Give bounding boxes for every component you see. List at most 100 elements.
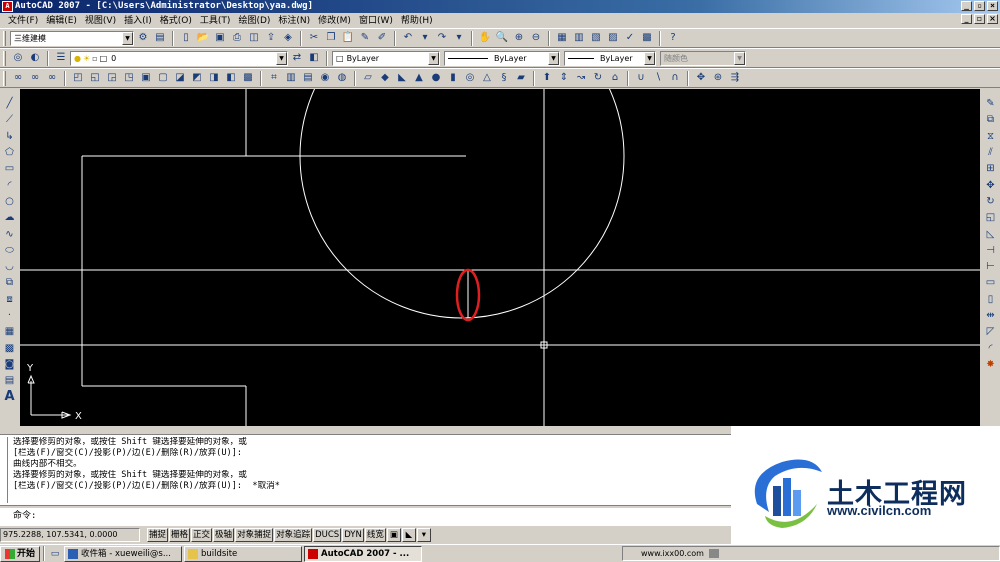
stretch-icon[interactable]: ◺ xyxy=(983,226,999,242)
planar-surface-icon[interactable]: ▰ xyxy=(513,70,529,86)
properties-icon[interactable]: ▦ xyxy=(554,30,570,46)
close-button[interactable]: × xyxy=(987,1,998,11)
toolbar-grip[interactable] xyxy=(3,70,6,86)
ortho-toggle[interactable]: 正交 xyxy=(191,528,213,542)
sw-iso-view-icon[interactable]: ◪ xyxy=(172,70,188,86)
sphere-icon[interactable]: ● xyxy=(428,70,444,86)
table-icon[interactable]: ▤ xyxy=(2,373,18,389)
torus-icon[interactable]: ◎ xyxy=(462,70,478,86)
workspace-settings-icon[interactable]: ⚙ xyxy=(135,30,151,46)
intersect-icon[interactable]: ∩ xyxy=(667,70,683,86)
spline-icon[interactable]: ∿ xyxy=(2,226,18,242)
doc-minimize-button[interactable]: _ xyxy=(961,14,972,24)
make-block-icon[interactable]: ⧈ xyxy=(2,292,18,308)
drawing-canvas[interactable]: Y X xyxy=(20,89,980,426)
3d-dwf-icon[interactable]: ◈ xyxy=(280,30,296,46)
match-properties-icon[interactable]: ✎ xyxy=(357,30,373,46)
undo-icon[interactable]: ↶ xyxy=(400,30,416,46)
mirror-icon[interactable]: ⧖ xyxy=(983,129,999,145)
help-icon[interactable]: ? xyxy=(665,30,681,46)
fillet-icon[interactable]: ◜ xyxy=(983,340,999,356)
presspull-icon[interactable]: ⇕ xyxy=(556,70,572,86)
network-icon[interactable] xyxy=(709,549,719,558)
polygon-icon[interactable]: ⬠ xyxy=(2,145,18,161)
layer-manager-icon[interactable]: ☰ xyxy=(53,50,69,66)
make-object-layer-current-icon[interactable]: ⇄ xyxy=(289,50,305,66)
cone-icon[interactable]: ▲ xyxy=(411,70,427,86)
construction-line-icon[interactable]: ⟋ xyxy=(2,112,18,128)
se-iso-view-icon[interactable]: ◩ xyxy=(189,70,205,86)
color-control-select[interactable]: □ ByLayer ▼ xyxy=(332,50,440,66)
linetype-control-select[interactable]: ByLayer ▼ xyxy=(444,50,560,66)
top-view-icon[interactable]: ◰ xyxy=(70,70,86,86)
pyramid-icon[interactable]: △ xyxy=(479,70,495,86)
wireframe-3d-icon[interactable]: ▥ xyxy=(283,70,299,86)
grid-toggle[interactable]: 栅格 xyxy=(169,528,191,542)
camera-icon[interactable]: ▩ xyxy=(240,70,256,86)
nw-iso-view-icon[interactable]: ◧ xyxy=(223,70,239,86)
show-desktop-icon[interactable]: ▭ xyxy=(48,547,62,561)
menu-file[interactable]: 文件(F) xyxy=(4,14,42,28)
ellipse-arc-icon[interactable]: ◡ xyxy=(2,259,18,275)
doc-restore-button[interactable]: ▫ xyxy=(974,14,985,24)
box-icon[interactable]: ◆ xyxy=(377,70,393,86)
open-file-icon[interactable]: 📂 xyxy=(195,30,211,46)
hidden-visual-style-icon[interactable]: ▤ xyxy=(300,70,316,86)
hatch-icon[interactable]: ▦ xyxy=(2,324,18,340)
zoom-realtime-icon[interactable]: 🔍 xyxy=(494,30,510,46)
ne-iso-view-icon[interactable]: ◨ xyxy=(206,70,222,86)
polysolid-icon[interactable]: ▱ xyxy=(360,70,376,86)
plot-preview-icon[interactable]: ◫ xyxy=(246,30,262,46)
toolbar-grip[interactable] xyxy=(3,30,6,46)
extrude-icon[interactable]: ⬆ xyxy=(539,70,555,86)
revision-cloud-icon[interactable]: ☁ xyxy=(2,210,18,226)
left-view-icon[interactable]: ◲ xyxy=(104,70,120,86)
point-icon[interactable]: · xyxy=(2,308,18,324)
rectangle-icon[interactable]: ▭ xyxy=(2,161,18,177)
3d-move-icon[interactable]: ✥ xyxy=(693,70,709,86)
chevron-down-icon[interactable]: ▼ xyxy=(548,51,559,65)
pan-icon[interactable]: ✋ xyxy=(477,30,493,46)
new-file-icon[interactable]: ▯ xyxy=(178,30,194,46)
status-menu-icon[interactable]: ▾ xyxy=(416,528,431,542)
3d-align-icon[interactable]: ⇶ xyxy=(727,70,743,86)
circle-icon[interactable]: ○ xyxy=(2,194,18,210)
explode-icon[interactable]: ✸ xyxy=(983,357,999,373)
menu-modify[interactable]: 修改(M) xyxy=(314,14,355,28)
coordinate-display[interactable]: 975.2288, 107.5341, 0.0000 xyxy=(0,528,140,542)
cylinder-icon[interactable]: ▮ xyxy=(445,70,461,86)
autocad-app-icon[interactable]: A xyxy=(2,1,13,12)
arc-icon[interactable]: ◜ xyxy=(2,177,18,193)
3d-rotate-icon[interactable]: ⊛ xyxy=(710,70,726,86)
front-view-icon[interactable]: ▣ xyxy=(138,70,154,86)
multiline-text-icon[interactable]: A xyxy=(2,389,18,405)
back-view-icon[interactable]: ▢ xyxy=(155,70,171,86)
layer-previous-2-icon[interactable]: ◧ xyxy=(306,50,322,66)
chevron-down-icon[interactable]: ▼ xyxy=(122,31,133,45)
design-center-icon[interactable]: ▥ xyxy=(571,30,587,46)
start-button[interactable]: 开始 xyxy=(0,545,41,562)
command-prompt[interactable]: 命令: xyxy=(13,510,36,522)
annotation-scale-icon[interactable]: ◣ xyxy=(401,528,416,542)
break-at-point-icon[interactable]: ▭ xyxy=(983,275,999,291)
menu-insert[interactable]: 插入(I) xyxy=(120,14,156,28)
menu-edit[interactable]: 编辑(E) xyxy=(42,14,81,28)
layer-select[interactable]: ● ☀ ▫ □ 0 ▼ xyxy=(70,50,288,66)
menu-help[interactable]: 帮助(H) xyxy=(397,14,437,28)
layer-state-icon[interactable]: ◎ xyxy=(10,50,26,66)
undo-dropdown-icon[interactable]: ▾ xyxy=(417,30,433,46)
loft-icon[interactable]: ⌂ xyxy=(607,70,623,86)
erase-icon[interactable]: ✎ xyxy=(983,96,999,112)
copy-icon[interactable]: ❐ xyxy=(323,30,339,46)
scale-icon[interactable]: ◱ xyxy=(983,210,999,226)
chevron-down-icon[interactable]: ▼ xyxy=(428,51,439,65)
rotate-icon[interactable]: ↻ xyxy=(983,194,999,210)
model-space-icon[interactable]: ▣ xyxy=(386,528,401,542)
tool-palettes-icon[interactable]: ▧ xyxy=(588,30,604,46)
menu-format[interactable]: 格式(O) xyxy=(156,14,196,28)
gradient-icon[interactable]: ▩ xyxy=(2,340,18,356)
chevron-down-icon[interactable]: ▼ xyxy=(276,51,287,65)
region-icon[interactable]: ◙ xyxy=(2,357,18,373)
zoom-previous-icon[interactable]: ⊖ xyxy=(528,30,544,46)
command-line-grip[interactable] xyxy=(2,437,8,503)
